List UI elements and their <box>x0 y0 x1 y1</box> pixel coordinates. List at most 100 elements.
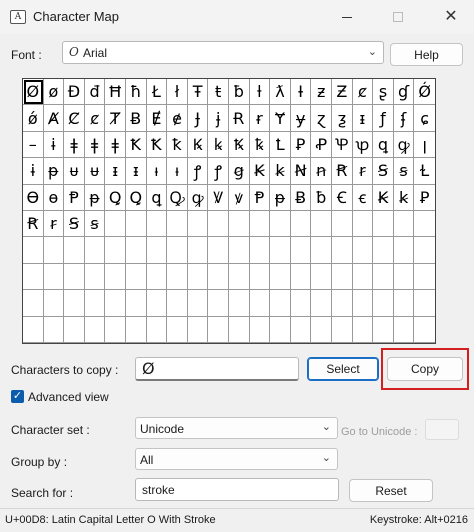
character-cell[interactable] <box>23 263 44 291</box>
character-cell[interactable] <box>393 316 415 343</box>
character-cell[interactable] <box>43 290 65 317</box>
character-cell[interactable]: Ꝙ <box>167 184 188 211</box>
character-cell[interactable]: Ⱦ <box>105 105 126 132</box>
character-cell[interactable] <box>43 237 65 264</box>
character-cell[interactable]: Ɍ <box>229 105 250 132</box>
character-cell[interactable] <box>229 210 250 238</box>
character-cell[interactable] <box>187 210 209 238</box>
advanced-view-checkbox[interactable]: ✓ <box>11 390 24 403</box>
character-cell[interactable] <box>187 237 209 264</box>
character-cell[interactable]: ɕ <box>414 105 435 132</box>
character-cell[interactable]: ɇ <box>167 105 188 132</box>
character-cell[interactable] <box>373 263 394 291</box>
character-cell[interactable] <box>311 316 332 343</box>
character-cell[interactable] <box>187 263 209 291</box>
character-cell[interactable]: ɵ <box>43 184 65 211</box>
character-cell[interactable] <box>414 317 435 343</box>
character-cell[interactable]: ꝅ <box>249 131 271 159</box>
character-cell[interactable] <box>393 237 415 264</box>
character-cell[interactable]: Ꝉ <box>270 131 291 159</box>
reset-button[interactable]: Reset <box>349 479 433 502</box>
character-cell[interactable] <box>187 290 209 317</box>
character-cell[interactable] <box>126 290 147 317</box>
character-cell[interactable] <box>270 263 291 291</box>
character-cell[interactable] <box>167 316 188 343</box>
character-cell[interactable]: ꝙ <box>393 131 415 159</box>
character-cell[interactable] <box>393 263 415 291</box>
character-cell[interactable] <box>373 237 394 264</box>
character-cell[interactable] <box>311 210 332 238</box>
search-input[interactable]: stroke <box>135 478 339 501</box>
character-cell[interactable]: ł <box>167 79 188 106</box>
character-cell[interactable] <box>352 210 374 238</box>
character-cell[interactable]: – <box>23 131 44 159</box>
character-cell[interactable]: ʄ <box>393 105 415 132</box>
character-cell[interactable]: Ƀ <box>290 184 312 211</box>
help-button[interactable]: Help <box>390 43 463 66</box>
character-cell[interactable]: Ƀ <box>126 105 147 132</box>
character-cell[interactable] <box>249 210 271 238</box>
character-cell[interactable] <box>332 210 353 238</box>
character-cell[interactable]: ʂ <box>373 79 394 106</box>
character-cell[interactable]: ꞁ <box>414 132 435 159</box>
close-button[interactable]: ✕ <box>428 0 474 34</box>
character-cell[interactable]: ᵼ <box>167 158 188 185</box>
character-cell[interactable]: ǂ <box>64 131 85 159</box>
character-cell[interactable]: ᵾ <box>84 158 106 185</box>
character-cell[interactable]: Ɫ <box>414 158 435 185</box>
character-cell[interactable]: Ꞧ <box>332 158 353 185</box>
character-cell[interactable] <box>414 237 435 264</box>
character-cell[interactable] <box>352 237 374 264</box>
character-cell[interactable]: ꞩ <box>393 158 415 185</box>
character-cell[interactable] <box>84 316 106 343</box>
character-cell[interactable]: ǂ <box>105 131 126 159</box>
go-to-unicode-input[interactable] <box>425 419 459 440</box>
character-cell[interactable] <box>146 237 168 264</box>
character-cell[interactable] <box>414 264 435 291</box>
character-cell[interactable] <box>290 237 312 264</box>
character-cell[interactable]: ꝁ <box>167 131 188 159</box>
character-cell[interactable] <box>373 290 394 317</box>
character-cell[interactable]: ꞣ <box>393 184 415 211</box>
character-cell[interactable]: ƒ <box>373 105 394 132</box>
character-cell[interactable] <box>229 290 250 317</box>
character-cell[interactable] <box>332 290 353 317</box>
character-cell[interactable]: Ɏ <box>270 105 291 132</box>
character-cell[interactable]: Ᵽ <box>249 184 271 211</box>
character-cell[interactable] <box>126 237 147 264</box>
character-cell[interactable]: ɨ <box>43 131 65 159</box>
character-cell[interactable]: ꝭ <box>208 158 229 185</box>
character-cell[interactable] <box>23 290 44 317</box>
character-cell[interactable] <box>373 316 394 343</box>
character-cell[interactable] <box>373 210 394 238</box>
character-cell[interactable]: Ꞩ <box>373 158 394 185</box>
character-cell[interactable] <box>332 237 353 264</box>
character-cell[interactable]: Ꝑ <box>414 185 435 211</box>
character-cell[interactable] <box>187 316 209 343</box>
character-cell[interactable]: ᵽ <box>84 184 106 211</box>
character-cell[interactable]: ɉ <box>208 105 229 132</box>
character-cell[interactable]: Ƶ <box>332 79 353 106</box>
character-cell[interactable] <box>290 290 312 317</box>
character-cell[interactable]: Ꞧ <box>23 210 44 238</box>
character-cell[interactable] <box>290 210 312 238</box>
character-cell[interactable] <box>146 290 168 317</box>
character-cell[interactable]: ꞩ <box>84 210 106 238</box>
character-cell[interactable]: Đ <box>64 79 85 106</box>
character-cell[interactable]: Ꞓ <box>332 184 353 211</box>
character-cell[interactable]: ǂ <box>84 131 106 159</box>
character-cell[interactable]: ɨ <box>23 158 44 185</box>
character-cell[interactable]: ƶ <box>311 79 332 106</box>
character-cell[interactable]: ħ <box>126 79 147 106</box>
character-cell[interactable] <box>84 237 106 264</box>
character-cell[interactable] <box>167 210 188 238</box>
character-cell[interactable] <box>352 290 374 317</box>
character-cell[interactable] <box>270 210 291 238</box>
character-cell[interactable]: ꞓ <box>352 184 374 211</box>
maximize-button[interactable] <box>375 0 421 34</box>
character-cell[interactable] <box>64 290 85 317</box>
character-cell[interactable] <box>393 210 415 238</box>
character-cell[interactable]: ꞧ <box>43 210 65 238</box>
character-cell[interactable] <box>23 316 44 343</box>
character-cell[interactable]: Ꝟ <box>208 184 229 211</box>
